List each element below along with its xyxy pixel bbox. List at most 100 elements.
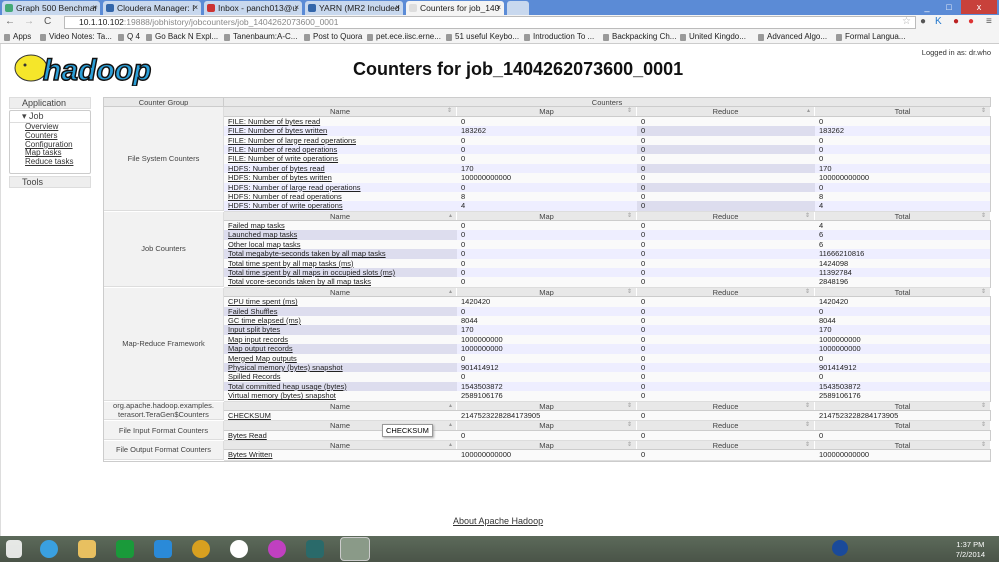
counter-name-link[interactable]: Merged Map outputs <box>228 354 297 363</box>
extension-icon[interactable]: ● <box>920 16 926 27</box>
close-tab-icon[interactable]: × <box>395 1 400 15</box>
sort-icon[interactable]: ⇕ <box>447 107 452 115</box>
maximize-button[interactable]: □ <box>939 0 959 14</box>
sort-icon[interactable]: ▴ <box>449 402 452 410</box>
extension-k-icon[interactable]: K <box>935 16 942 27</box>
counter-name-link[interactable]: Bytes Written <box>228 450 272 459</box>
counter-name-link[interactable]: Failed Shuffles <box>228 307 277 316</box>
bookmark-item[interactable]: Advanced Algo... <box>758 31 827 43</box>
sort-icon[interactable]: ⇕ <box>981 288 986 296</box>
bookmark-item[interactable]: Tanenbaum:A-C... <box>224 31 297 43</box>
column-header-reduce[interactable]: Reduce ▴ <box>637 107 815 116</box>
sort-icon[interactable]: ⇕ <box>627 421 632 429</box>
browser-tab-active[interactable]: Counters for job_140 × <box>406 1 504 15</box>
back-icon[interactable]: ← <box>5 16 15 27</box>
store-icon[interactable] <box>116 540 134 558</box>
help-icon[interactable] <box>832 540 848 556</box>
sort-icon[interactable]: ⇕ <box>805 288 810 296</box>
counter-name-link[interactable]: HDFS: Number of read operations <box>228 192 342 201</box>
file-explorer-icon[interactable] <box>78 540 96 558</box>
extension-icon[interactable]: ● <box>953 16 959 27</box>
column-header-total[interactable]: Total ⇕ <box>815 421 991 430</box>
counter-name-link[interactable]: GC time elapsed (ms) <box>228 316 301 325</box>
browser-tab[interactable]: Cloudera Manager: I × <box>103 1 201 15</box>
counter-name-link[interactable]: Map output records <box>228 344 293 353</box>
close-tab-icon[interactable]: × <box>92 1 97 15</box>
forward-icon[interactable]: → <box>24 16 34 27</box>
counter-name-link[interactable]: Total vcore-seconds taken by all map tas… <box>228 277 371 286</box>
sort-icon[interactable]: ⇕ <box>981 107 986 115</box>
chrome-icon[interactable] <box>340 537 370 561</box>
menu-icon[interactable]: ≡ <box>986 16 992 27</box>
counter-name-link[interactable]: Total time spent by all map tasks (ms) <box>228 259 353 268</box>
sort-icon[interactable]: ⇕ <box>981 402 986 410</box>
counter-name-link[interactable]: HDFS: Number of large read operations <box>228 183 361 192</box>
counter-name-link[interactable]: Failed map tasks <box>228 221 285 230</box>
counter-name-link[interactable]: HDFS: Number of bytes written <box>228 173 332 182</box>
counter-name-link[interactable]: Input split bytes <box>228 325 280 334</box>
counter-name-link[interactable]: HDFS: Number of write operations <box>228 201 343 210</box>
counter-name-link[interactable]: Spilled Records <box>228 372 281 381</box>
bookmark-item[interactable]: Video Notes: Ta... <box>40 31 112 43</box>
nav-link-reduce-tasks[interactable]: Reduce tasks <box>25 157 90 167</box>
column-header-map[interactable]: Map ⇕ <box>457 421 637 430</box>
counter-name-link[interactable]: CPU time spent (ms) <box>228 297 298 306</box>
nav-application[interactable]: Application <box>9 97 91 109</box>
column-header-reduce[interactable]: Reduce ⇕ <box>637 441 815 450</box>
about-hadoop-link[interactable]: About Apache Hadoop <box>453 516 543 526</box>
sort-icon[interactable]: ⇕ <box>805 441 810 449</box>
sort-icon[interactable]: ⇕ <box>627 212 632 220</box>
column-header-total[interactable]: Total ⇕ <box>815 107 991 116</box>
column-header-map[interactable]: Map ⇕ <box>457 441 637 450</box>
sort-icon[interactable]: ▴ <box>807 107 810 115</box>
counter-name-link[interactable]: FILE: Number of write operations <box>228 154 338 163</box>
close-tab-icon[interactable]: × <box>193 1 198 15</box>
hp-icon[interactable] <box>230 540 248 558</box>
sort-icon[interactable]: ▴ <box>449 212 452 220</box>
bookmark-item[interactable]: Introduction To ... <box>524 31 594 43</box>
bookmark-star-icon[interactable]: ☆ <box>902 16 911 27</box>
browser-tab[interactable]: YARN (MR2 Included × <box>305 1 403 15</box>
bookmark-item[interactable]: Formal Langua... <box>836 31 905 43</box>
counter-name-link[interactable]: Physical memory (bytes) snapshot <box>228 363 343 372</box>
app-icon[interactable] <box>154 540 172 558</box>
column-header-reduce[interactable]: Reduce ⇕ <box>637 287 815 297</box>
sort-icon[interactable]: ⇕ <box>805 212 810 220</box>
bookmark-item[interactable]: pet.ece.iisc.erne... <box>367 31 441 43</box>
column-header-reduce[interactable]: Reduce ⇕ <box>637 401 815 410</box>
column-header-total[interactable]: Total ⇕ <box>815 401 991 410</box>
minimize-button[interactable]: _ <box>917 0 937 14</box>
column-header-name[interactable]: Name ▴ <box>224 441 457 450</box>
column-header-total[interactable]: Total ⇕ <box>815 287 991 297</box>
counter-name-link[interactable]: FILE: Number of bytes read <box>228 117 320 126</box>
column-header-name[interactable]: Name ▴ <box>224 211 457 221</box>
column-header-name[interactable]: Name ▴ <box>224 287 457 297</box>
extension-abp-icon[interactable]: ● <box>968 16 974 27</box>
app-icon[interactable] <box>306 540 324 558</box>
column-header-total[interactable]: Total ⇕ <box>815 211 991 221</box>
sort-icon[interactable]: ⇕ <box>981 421 986 429</box>
sort-icon[interactable]: ⇕ <box>627 441 632 449</box>
bookmark-item[interactable]: Apps <box>4 31 31 43</box>
sort-icon[interactable]: ⇕ <box>627 107 632 115</box>
app-icon[interactable] <box>268 540 286 558</box>
column-header-map[interactable]: Map ⇕ <box>457 287 637 297</box>
app-icon[interactable] <box>192 540 210 558</box>
sort-icon[interactable]: ⇕ <box>627 288 632 296</box>
sort-icon[interactable]: ⇕ <box>627 402 632 410</box>
new-tab-button[interactable] <box>507 1 529 15</box>
internet-explorer-icon[interactable] <box>40 540 58 558</box>
counter-name-link[interactable]: FILE: Number of read operations <box>228 145 337 154</box>
counter-name-link[interactable]: FILE: Number of bytes written <box>228 126 327 135</box>
counter-name-link[interactable]: CHECKSUM <box>228 411 271 420</box>
counter-name-link[interactable]: Bytes Read <box>228 431 267 440</box>
column-header-map[interactable]: Map ⇕ <box>457 211 637 221</box>
counter-name-link[interactable]: Total time spent by all maps in occupied… <box>228 268 395 277</box>
counter-name-link[interactable]: FILE: Number of large read operations <box>228 136 356 145</box>
counter-name-link[interactable]: HDFS: Number of bytes read <box>228 164 325 173</box>
sort-icon[interactable]: ▴ <box>449 421 452 429</box>
sort-icon[interactable]: ▴ <box>449 441 452 449</box>
counter-name-link[interactable]: Other local map tasks <box>228 240 301 249</box>
sort-icon[interactable]: ⇕ <box>805 421 810 429</box>
counter-name-link[interactable]: Launched map tasks <box>228 230 297 239</box>
